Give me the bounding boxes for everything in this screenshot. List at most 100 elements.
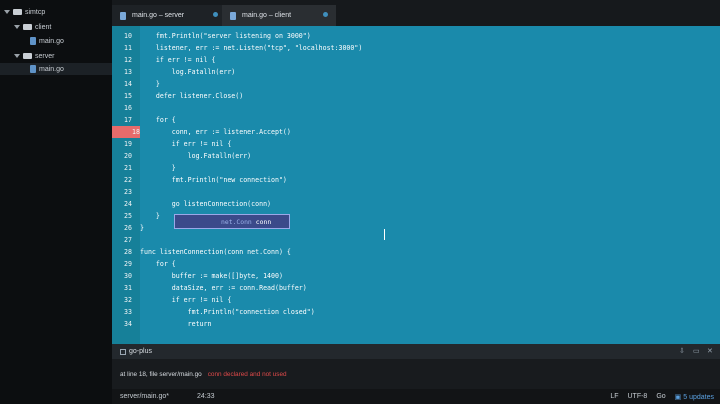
code-line: 17 for { bbox=[112, 114, 720, 126]
code-text: } bbox=[140, 212, 160, 220]
file-icon bbox=[120, 11, 126, 20]
code-line: 23 bbox=[112, 186, 720, 198]
code-editor[interactable]: 10 fmt.Println("server listening on 3000… bbox=[112, 26, 720, 344]
code-line: 18 conn, err := listener.Accept() bbox=[112, 126, 720, 138]
status-cursor-position[interactable]: 24:33 bbox=[197, 393, 215, 400]
panel-icon bbox=[120, 348, 126, 355]
line-number: 17 bbox=[124, 116, 132, 124]
line-number: 34 bbox=[124, 320, 132, 328]
tree-view: simtcp client main.go server main.go bbox=[0, 0, 112, 404]
line-number: 16 bbox=[124, 104, 132, 112]
go-plus-panel-header: go-plus ⇩ ▭ ✕ bbox=[112, 344, 720, 359]
status-grammar[interactable]: Go bbox=[656, 393, 665, 400]
code-text: go listenConnection(conn) bbox=[140, 200, 272, 208]
tree-file-client-main[interactable]: main.go bbox=[30, 35, 64, 47]
folder-icon bbox=[23, 53, 32, 59]
code-line: 24 go listenConnection(conn) bbox=[112, 198, 720, 210]
error-location[interactable]: at line 18, file server/main.go bbox=[120, 371, 202, 378]
code-line: 21 } bbox=[112, 162, 720, 174]
line-number: 31 bbox=[124, 284, 132, 292]
tab-label: main.go – client bbox=[242, 12, 292, 19]
code-text: conn, err := listener.Accept() bbox=[140, 128, 291, 136]
code-text: listener, err := net.Listen("tcp", "loca… bbox=[140, 44, 363, 52]
line-number: 22 bbox=[124, 176, 132, 184]
file-icon bbox=[230, 11, 236, 20]
line-number: 32 bbox=[124, 296, 132, 304]
code-text: } bbox=[140, 164, 176, 172]
folder-icon bbox=[13, 9, 22, 15]
tree-file-server-main[interactable]: main.go bbox=[0, 63, 112, 75]
line-number: 15 bbox=[124, 92, 132, 100]
autocomplete-suggestion[interactable]: net.Conn conn bbox=[174, 214, 290, 229]
line-number: 20 bbox=[124, 152, 132, 160]
code-text: for { bbox=[140, 260, 176, 268]
code-line: 19 if err != nil { bbox=[112, 138, 720, 150]
code-line: 20 log.Fatalln(err) bbox=[112, 150, 720, 162]
line-number: 14 bbox=[124, 80, 132, 88]
line-number: 23 bbox=[124, 188, 132, 196]
file-icon bbox=[30, 65, 36, 73]
code-text: fmt.Println("new connection") bbox=[140, 176, 287, 184]
code-line: 31 dataSize, err := conn.Read(buffer) bbox=[112, 282, 720, 294]
close-icon[interactable] bbox=[323, 12, 328, 17]
code-line: 14 } bbox=[112, 78, 720, 90]
close-icon[interactable] bbox=[213, 12, 218, 17]
tree-folder-client[interactable]: client bbox=[14, 21, 51, 33]
chevron-down-icon[interactable] bbox=[4, 10, 10, 14]
code-line: 13 log.Fatalln(err) bbox=[112, 66, 720, 78]
code-line: 10 fmt.Println("server listening on 3000… bbox=[112, 30, 720, 42]
line-number: 21 bbox=[124, 164, 132, 172]
autocomplete-name: conn bbox=[255, 217, 272, 226]
status-encoding[interactable]: UTF-8 bbox=[627, 393, 647, 400]
code-line: 12 if err != nil { bbox=[112, 54, 720, 66]
code-line: 11 listener, err := net.Listen("tcp", "l… bbox=[112, 42, 720, 54]
line-number: 18 bbox=[112, 126, 140, 138]
chevron-down-icon[interactable] bbox=[14, 25, 20, 29]
status-line-ending[interactable]: LF bbox=[610, 393, 618, 400]
line-number: 13 bbox=[124, 68, 132, 76]
status-file-path[interactable]: server/main.go* bbox=[120, 393, 169, 400]
file-icon bbox=[30, 37, 36, 45]
code-text: if err != nil { bbox=[140, 56, 216, 64]
line-number: 11 bbox=[124, 44, 132, 52]
tree-folder-label: server bbox=[35, 52, 55, 60]
line-number: 25 bbox=[124, 212, 132, 220]
code-text: return bbox=[140, 320, 212, 328]
line-number: 12 bbox=[124, 56, 132, 64]
tree-folder-label: client bbox=[35, 23, 52, 31]
code-text: log.Fatalln(err) bbox=[140, 152, 252, 160]
code-text: if err != nil { bbox=[140, 140, 232, 148]
status-bar: server/main.go* 24:33 LF UTF-8 Go ▣ 5 up… bbox=[112, 389, 720, 404]
tree-root[interactable]: simtcp bbox=[4, 6, 45, 18]
code-line: 30 buffer := make([]byte, 1400) bbox=[112, 270, 720, 282]
code-line: 33 fmt.Println("connection closed") bbox=[112, 306, 720, 318]
tab-main-server[interactable]: main.go – server bbox=[112, 5, 226, 26]
code-line: 34 return bbox=[112, 318, 720, 330]
code-text: log.Fatalln(err) bbox=[140, 68, 236, 76]
chevron-down-icon[interactable] bbox=[14, 54, 20, 58]
code-text: defer listener.Close() bbox=[140, 92, 244, 100]
code-text: dataSize, err := conn.Read(buffer) bbox=[140, 284, 307, 292]
line-number: 33 bbox=[124, 308, 132, 316]
download-icon[interactable]: ⇩ bbox=[679, 348, 686, 355]
code-line: 27 bbox=[112, 234, 720, 246]
code-text: fmt.Println("server listening on 3000") bbox=[140, 32, 311, 40]
code-text: for { bbox=[140, 116, 176, 124]
line-number: 10 bbox=[124, 32, 132, 40]
go-plus-panel-body: at line 18, file server/main.go conn dec… bbox=[112, 359, 720, 389]
atom-editor-window: simtcp client main.go server main.go mai… bbox=[0, 0, 720, 404]
tree-folder-server[interactable]: server bbox=[14, 50, 54, 62]
code-text: func listenConnection(conn net.Conn) { bbox=[140, 248, 291, 256]
line-number: 26 bbox=[124, 224, 132, 232]
tree-file-label: main.go bbox=[39, 65, 64, 73]
line-number: 27 bbox=[124, 236, 132, 244]
status-updates[interactable]: ▣ 5 updates bbox=[675, 393, 714, 401]
close-panel-icon[interactable]: ✕ bbox=[707, 348, 714, 355]
code-text: buffer := make([]byte, 1400) bbox=[140, 272, 283, 280]
minimize-icon[interactable]: ▭ bbox=[693, 348, 700, 355]
code-line: 22 fmt.Println("new connection") bbox=[112, 174, 720, 186]
tree-file-label: main.go bbox=[39, 37, 64, 45]
tab-main-client[interactable]: main.go – client bbox=[222, 5, 336, 26]
autocomplete-type: net.Conn bbox=[221, 217, 252, 226]
line-number: 28 bbox=[124, 248, 132, 256]
